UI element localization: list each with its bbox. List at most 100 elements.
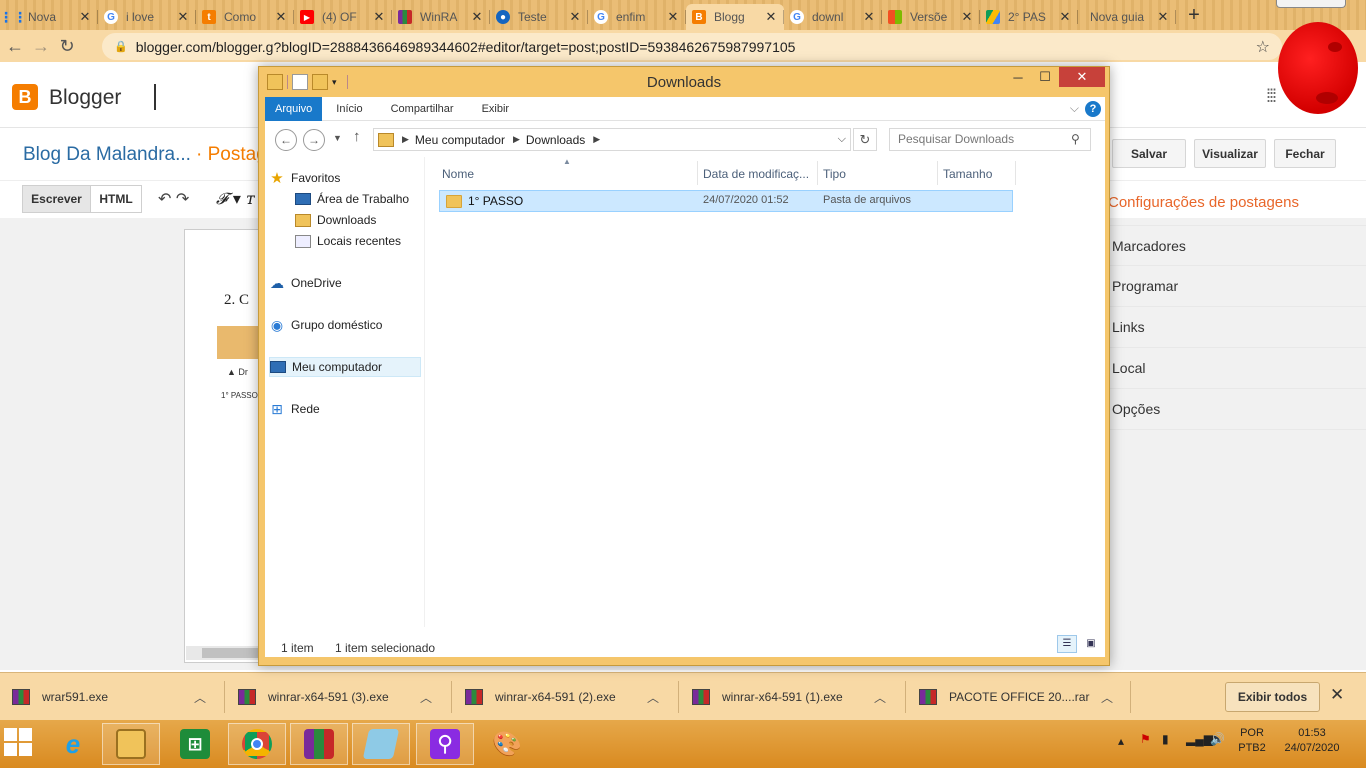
column-date-modified[interactable]: Data de modificaç...: [703, 163, 809, 185]
close-tab-icon[interactable]: ✕: [470, 9, 484, 25]
browser-tab[interactable]: t Como ✕: [196, 4, 294, 30]
details-view-icon[interactable]: ☰: [1057, 635, 1077, 653]
close-tab-icon[interactable]: ✕: [372, 9, 386, 25]
nav-recent-places[interactable]: Locais recentes: [295, 231, 421, 251]
chevron-up-icon[interactable]: ︿: [420, 689, 432, 706]
column-divider[interactable]: [697, 161, 698, 185]
font-family-icon[interactable]: 𝓕 ▾ ᴛ: [216, 189, 255, 209]
address-breadcrumb[interactable]: ▶ Meu computador ▶ Downloads ▶ ⌵: [373, 128, 851, 151]
signal-icon[interactable]: ▂▄▆: [1186, 732, 1213, 746]
download-item[interactable]: winrar-x64-591 (2).exe ︿: [453, 673, 665, 721]
nav-homegroup[interactable]: ◉ Grupo doméstico: [269, 315, 421, 335]
download-item[interactable]: wrar591.exe ︿: [0, 673, 212, 721]
close-tab-icon[interactable]: ✕: [78, 9, 92, 25]
taskbar-chrome[interactable]: [228, 723, 286, 765]
forward-arrow-icon[interactable]: →: [28, 36, 54, 57]
bookmark-star-icon[interactable]: ☆: [1256, 37, 1270, 57]
explorer-titlebar[interactable]: ▾ Downloads ─ ☐ ✕: [259, 67, 1109, 97]
close-post-button[interactable]: Fechar: [1274, 139, 1336, 168]
show-all-downloads-button[interactable]: Exibir todos: [1225, 682, 1320, 712]
column-divider[interactable]: [937, 161, 938, 185]
action-center-flag-icon[interactable]: ⚑: [1140, 732, 1151, 746]
breadcrumb-separator-icon[interactable]: ▶: [513, 134, 520, 145]
show-hidden-icons-icon[interactable]: ▴: [1118, 734, 1124, 748]
recent-locations-icon[interactable]: ▼: [333, 133, 342, 143]
profile-avatar[interactable]: [1278, 22, 1358, 114]
close-tab-icon[interactable]: ✕: [666, 9, 680, 25]
editor-horizontal-scrollbar[interactable]: [186, 646, 266, 660]
minimize-button[interactable]: ─: [1005, 67, 1031, 87]
close-icon[interactable]: ✕: [1330, 685, 1344, 705]
chevron-down-icon[interactable]: ⌵: [838, 133, 846, 146]
help-icon[interactable]: ?: [1085, 101, 1101, 117]
undo-icon[interactable]: ↶ ↷: [158, 189, 189, 209]
chevron-up-icon[interactable]: ︿: [194, 689, 206, 706]
close-tab-icon[interactable]: ✕: [274, 9, 288, 25]
browser-tab[interactable]: ▶ (4) OF ✕: [294, 4, 392, 30]
browser-tab[interactable]: Nova guia ✕: [1078, 4, 1176, 30]
nav-desktop[interactable]: Área de Trabalho: [295, 189, 421, 209]
tab-home[interactable]: Início: [322, 97, 376, 121]
taskbar-store[interactable]: ⊞: [166, 723, 224, 765]
expand-ribbon-icon[interactable]: ⌵: [1070, 101, 1079, 116]
nav-network[interactable]: ⊞ Rede: [269, 399, 421, 419]
taskbar-winrar[interactable]: [290, 723, 348, 765]
close-tab-icon[interactable]: ✕: [1156, 9, 1170, 25]
column-divider[interactable]: [817, 161, 818, 185]
nav-favorites[interactable]: ★ Favoritos: [269, 168, 421, 188]
taskbar-internet-explorer[interactable]: e: [44, 723, 102, 765]
browser-tab[interactable]: Gdownl ✕: [784, 4, 882, 30]
preview-button[interactable]: Visualizar: [1194, 139, 1266, 168]
sidebar-item-labels[interactable]: Marcadores: [1104, 225, 1366, 266]
volume-icon[interactable]: 🔊: [1210, 732, 1225, 746]
nav-onedrive[interactable]: ☁ OneDrive: [269, 273, 421, 293]
blogger-brand[interactable]: Blogger: [49, 86, 121, 110]
column-name[interactable]: Nome: [442, 163, 474, 185]
column-size[interactable]: Tamanho: [943, 163, 992, 185]
browser-tab[interactable]: Gi love ✕: [98, 4, 196, 30]
close-tab-icon[interactable]: ✕: [862, 9, 876, 25]
input-language-indicator[interactable]: POR PTB2: [1236, 726, 1268, 756]
compose-mode-button[interactable]: Escrever: [22, 185, 91, 213]
taskbar-notepad[interactable]: [352, 723, 410, 765]
back-arrow-icon[interactable]: ←: [275, 129, 297, 151]
chevron-up-icon[interactable]: ︿: [647, 689, 659, 706]
battery-icon[interactable]: ▮: [1162, 732, 1169, 746]
maximize-button[interactable]: ☐: [1031, 67, 1059, 87]
blogger-logo-icon[interactable]: B: [12, 84, 38, 110]
close-tab-icon[interactable]: ✕: [960, 9, 974, 25]
close-window-button[interactable]: ✕: [1059, 67, 1105, 87]
sidebar-item-options[interactable]: Opções: [1104, 389, 1366, 430]
nav-this-computer[interactable]: Meu computador: [269, 357, 421, 377]
tab-file[interactable]: Arquivo: [265, 96, 323, 121]
taskbar-search-app[interactable]: ⚲: [416, 723, 474, 765]
window-minimize-button[interactable]: [1276, 0, 1346, 8]
breadcrumb-downloads[interactable]: Downloads: [526, 133, 585, 147]
column-divider[interactable]: [1015, 161, 1016, 185]
search-input[interactable]: Pesquisar Downloads: [889, 128, 1091, 151]
html-mode-button[interactable]: HTML: [90, 185, 142, 213]
browser-tab[interactable]: ⋮⋮ Nova ✕: [0, 4, 98, 30]
up-arrow-icon[interactable]: ↑: [353, 128, 361, 145]
close-tab-icon[interactable]: ✕: [1058, 9, 1072, 25]
refresh-icon[interactable]: ↻: [853, 128, 877, 151]
editor-embedded-image[interactable]: ▲ Dr 1° PASSO: [217, 326, 262, 412]
sidebar-item-schedule[interactable]: Programar: [1104, 266, 1366, 307]
chevron-up-icon[interactable]: ︿: [874, 689, 886, 706]
close-tab-icon[interactable]: ✕: [176, 9, 190, 25]
large-icons-view-icon[interactable]: ▣: [1081, 635, 1101, 653]
forward-arrow-icon[interactable]: →: [303, 129, 325, 151]
breadcrumb-separator-icon[interactable]: ▶: [402, 134, 409, 145]
browser-tab[interactable]: ● Teste ✕: [490, 4, 588, 30]
download-item[interactable]: PACOTE OFFICE 20....rar ︿: [907, 673, 1119, 721]
browser-tab[interactable]: Genfim ✕: [588, 4, 686, 30]
sidebar-item-location[interactable]: Local: [1104, 348, 1366, 389]
download-item[interactable]: winrar-x64-591 (1).exe ︿: [680, 673, 892, 721]
url-input[interactable]: 🔒 blogger.com/blogger.g?blogID=288843664…: [102, 33, 1282, 60]
apps-grid-icon[interactable]: ⁞⁞⁞: [1266, 86, 1277, 107]
reload-icon[interactable]: ↻: [54, 36, 80, 57]
breadcrumb-computer[interactable]: Meu computador: [415, 133, 505, 147]
nav-downloads[interactable]: Downloads: [295, 210, 421, 230]
search-icon[interactable]: ⚲: [1071, 132, 1080, 146]
file-row[interactable]: 1° PASSO 24/07/2020 01:52 Pasta de arqui…: [439, 190, 1013, 212]
